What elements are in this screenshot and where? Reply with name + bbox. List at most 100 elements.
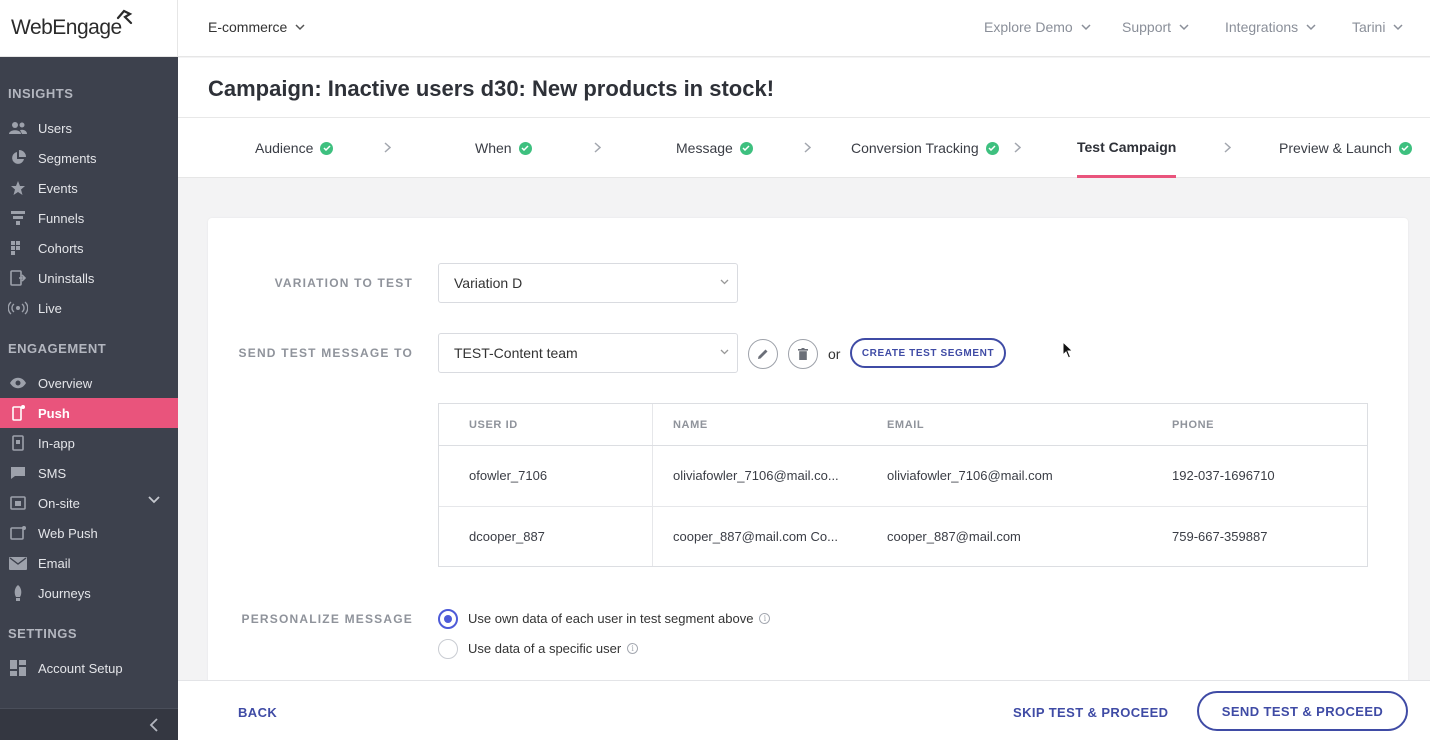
chevron-down-icon [720, 279, 729, 285]
chevron-right-icon [804, 142, 811, 153]
step-preview-launch[interactable]: Preview & Launch [1279, 118, 1412, 178]
top-bar: E-commerce Explore Demo Support Integrat… [178, 0, 1430, 57]
sidebar-item-overview[interactable]: Overview [0, 368, 178, 398]
sidebar-item-push[interactable]: Push [0, 398, 178, 428]
radio-specific-user-label[interactable]: Use data of a specific user i [468, 641, 639, 656]
section-title-insights: INSIGHTS [8, 86, 74, 101]
menu-support[interactable]: Support [1122, 19, 1189, 35]
mouse-cursor-icon [1062, 341, 1074, 359]
pie-icon [8, 150, 28, 166]
header-email: EMAIL [887, 418, 925, 431]
sidebar-item-in-app[interactable]: In-app [0, 428, 178, 458]
step-audience[interactable]: Audience [255, 118, 334, 178]
skip-test-button[interactable]: SKIP TEST & PROCEED [1013, 705, 1168, 720]
chevron-left-icon[interactable] [149, 718, 158, 732]
test-segment-value: TEST-Content team [454, 345, 578, 361]
sidebar-item-uninstalls[interactable]: Uninstalls [0, 263, 178, 293]
step-message[interactable]: Message [676, 118, 753, 178]
or-text: or [828, 346, 841, 362]
sidebar-item-label: Live [38, 300, 62, 316]
funnel-icon [8, 210, 28, 226]
sidebar-collapse-bar[interactable] [0, 708, 178, 740]
radio-label-text: Use data of a specific user [468, 641, 622, 656]
grid-icon [8, 240, 28, 256]
header-name: NAME [673, 418, 708, 431]
column-divider [652, 404, 653, 566]
sidebar-item-label: Funnels [38, 210, 85, 226]
step-test-campaign[interactable]: Test Campaign [1077, 118, 1177, 178]
chevron-down-icon [1081, 23, 1091, 30]
step-conversion-tracking[interactable]: Conversion Tracking [851, 118, 999, 178]
chevron-right-icon [594, 142, 601, 153]
menu-label: Support [1122, 19, 1172, 35]
info-icon[interactable]: i [627, 643, 639, 654]
sidebar-item-journeys[interactable]: Journeys [0, 578, 178, 608]
logo[interactable]: WebEngage [0, 0, 178, 57]
sidebar-item-live[interactable]: Live [0, 293, 178, 323]
personalize-label: PERSONALIZE MESSAGE [241, 612, 413, 626]
chevron-down-icon[interactable] [148, 496, 160, 504]
edit-segment-button[interactable] [748, 339, 778, 369]
check-icon [320, 141, 334, 155]
sidebar-item-web-push[interactable]: Web Push [0, 518, 178, 548]
variation-select[interactable]: Variation D [438, 263, 738, 303]
sidebar-item-events[interactable]: Events [0, 173, 178, 203]
test-users-table: USER ID NAME EMAIL PHONE ofowler_7106 ol… [438, 403, 1368, 567]
sidebar-item-funnels[interactable]: Funnels [0, 203, 178, 233]
chevron-right-icon [384, 142, 391, 153]
info-icon[interactable]: i [759, 613, 771, 624]
step-when[interactable]: When [475, 118, 532, 178]
sidebar-item-label: On-site [38, 495, 80, 511]
sidebar-item-sms[interactable]: SMS [0, 458, 178, 488]
sidebar-item-account-setup[interactable]: Account Setup [0, 653, 178, 683]
email-icon [8, 555, 28, 571]
sidebar-item-cohorts[interactable]: Cohorts [0, 233, 178, 263]
check-icon [985, 141, 999, 155]
menu-label: Explore Demo [984, 19, 1073, 35]
test-segment-select[interactable]: TEST-Content team [438, 333, 738, 373]
sidebar: WebEngage INSIGHTS Users Segments Events… [0, 0, 178, 740]
footer-actions: BACK SKIP TEST & PROCEED SEND TEST & PRO… [178, 680, 1430, 740]
cell-name: cooper_887@mail.com Co... [673, 529, 838, 544]
sms-icon [8, 465, 28, 481]
sidebar-item-label: In-app [38, 435, 75, 451]
campaign-steps: Audience When Message Conversion Trackin… [178, 118, 1430, 178]
create-test-segment-button[interactable]: CREATE TEST SEGMENT [850, 338, 1006, 368]
variation-label: VARIATION TO TEST [274, 276, 413, 290]
menu-label: Integrations [1225, 19, 1299, 35]
project-selector[interactable]: E-commerce [208, 19, 305, 35]
delete-segment-button[interactable] [788, 339, 818, 369]
radio-specific-user[interactable] [438, 639, 458, 659]
pencil-icon [758, 349, 768, 359]
step-label: When [475, 140, 512, 156]
variation-value: Variation D [454, 275, 523, 291]
sidebar-item-on-site[interactable]: On-site [0, 488, 178, 518]
sidebar-item-email[interactable]: Email [0, 548, 178, 578]
radio-own-data[interactable] [438, 609, 458, 629]
cell-email: oliviafowler_7106@mail.com [887, 468, 1053, 483]
uninstall-icon [8, 270, 28, 286]
chevron-down-icon [1179, 23, 1189, 30]
sidebar-item-users[interactable]: Users [0, 113, 178, 143]
sidebar-item-segments[interactable]: Segments [0, 143, 178, 173]
sidebar-item-label: Overview [38, 375, 93, 391]
row-divider [439, 506, 1367, 507]
radio-own-data-label[interactable]: Use own data of each user in test segmen… [468, 611, 771, 626]
send-test-button[interactable]: SEND TEST & PROCEED [1197, 691, 1408, 731]
check-icon [739, 141, 753, 155]
radio-label-text: Use own data of each user in test segmen… [468, 611, 754, 626]
chevron-down-icon [1306, 23, 1316, 30]
menu-integrations[interactable]: Integrations [1225, 19, 1316, 35]
header-user-id: USER ID [469, 418, 518, 431]
send-test-label: SEND TEST MESSAGE TO [238, 346, 413, 360]
chevron-down-icon [720, 349, 729, 355]
chevron-right-icon [1014, 142, 1021, 153]
check-icon [518, 141, 532, 155]
menu-explore-demo[interactable]: Explore Demo [984, 19, 1091, 35]
sidebar-item-label: SMS [38, 465, 67, 481]
back-button[interactable]: BACK [238, 705, 277, 720]
menu-user[interactable]: Tarini [1352, 19, 1403, 35]
step-label: Message [676, 140, 733, 156]
inapp-icon [8, 435, 28, 451]
chevron-right-icon [1224, 142, 1231, 153]
